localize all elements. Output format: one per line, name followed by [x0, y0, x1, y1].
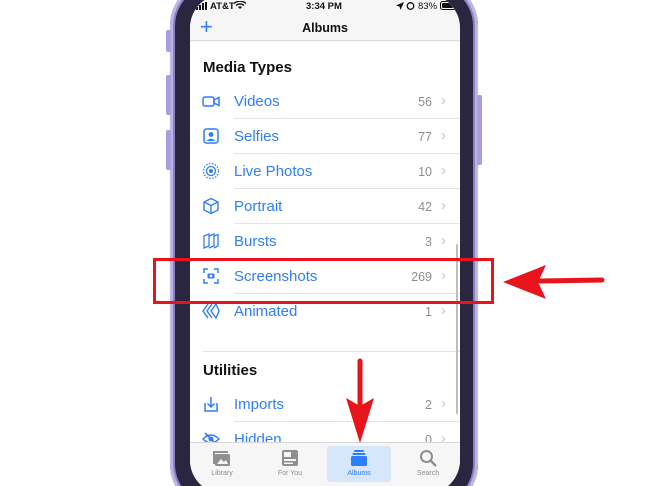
list-item-selfies[interactable]: Selfies 77 › [190, 119, 460, 154]
signal-icon [196, 2, 207, 10]
selfie-icon [203, 128, 219, 144]
tab-label: Search [416, 470, 440, 477]
battery-icon [440, 1, 458, 10]
item-count: 3 [425, 235, 432, 249]
phone-side-button [166, 75, 171, 115]
tab-label: Library [211, 470, 233, 477]
item-label: Portrait [234, 198, 283, 215]
portrait-cube-icon [203, 197, 219, 215]
item-count: 56 [418, 95, 432, 109]
tab-search[interactable]: Search [396, 448, 460, 486]
library-icon [213, 451, 230, 466]
clock-time: 3:34 PM [306, 1, 342, 12]
animated-icon [202, 302, 220, 320]
list-item-bursts[interactable]: Bursts 3 › [190, 224, 460, 259]
chevron-right-icon: › [441, 162, 446, 179]
search-icon [420, 450, 437, 467]
chevron-right-icon: › [441, 395, 446, 412]
status-bar: AT&T 3:34 PM 83% [190, 0, 460, 14]
battery-percent: 83% [418, 1, 438, 12]
section-title-media-types: Media Types [203, 59, 292, 76]
item-label: Selfies [234, 128, 280, 145]
section-divider [203, 351, 460, 352]
item-count: 77 [418, 130, 432, 144]
item-label: Imports [234, 396, 285, 413]
chevron-right-icon: › [441, 197, 446, 214]
list-item-portrait[interactable]: Portrait 42 › [190, 189, 460, 224]
tab-bar: Library For You Albums Search [190, 442, 460, 486]
video-icon [202, 96, 220, 107]
navigation-bar: + Albums [190, 14, 460, 41]
chevron-right-icon: › [441, 92, 446, 109]
list-item-videos[interactable]: Videos 56 › [190, 84, 460, 119]
item-count: 2 [425, 398, 432, 412]
down-annotation-arrow-icon [346, 358, 374, 443]
screenshots-highlight-box [153, 258, 494, 304]
alarm-icon [406, 2, 415, 10]
item-count: 1 [425, 305, 432, 319]
item-label: Bursts [234, 233, 277, 250]
item-count: 42 [418, 200, 432, 214]
phone-side-button [477, 95, 482, 165]
chevron-right-icon: › [441, 302, 446, 319]
tab-label: Albums [347, 470, 371, 477]
tab-label: For You [277, 470, 303, 477]
wifi-icon [234, 1, 246, 9]
for-you-icon [282, 450, 298, 466]
chevron-right-icon: › [441, 127, 446, 144]
page-title: Albums [302, 21, 348, 35]
location-icon [396, 2, 404, 10]
chevron-right-icon: › [441, 232, 446, 249]
list-item-live-photos[interactable]: Live Photos 10 › [190, 154, 460, 189]
item-label: Videos [234, 93, 280, 110]
tab-for-you[interactable]: For You [258, 448, 322, 486]
phone-side-button [166, 30, 171, 52]
albums-list[interactable]: Media Types Videos 56 › Selfies 77 › Liv… [190, 42, 460, 448]
bursts-icon [203, 233, 219, 249]
tab-albums[interactable]: Albums [327, 448, 391, 486]
section-title-utilities: Utilities [203, 362, 258, 379]
phone-side-button [166, 130, 171, 170]
item-count: 10 [418, 165, 432, 179]
list-item-imports[interactable]: Imports 2 › [190, 387, 460, 422]
right-annotation-arrow-icon [503, 265, 605, 299]
item-label: Live Photos [234, 163, 313, 180]
import-icon [204, 397, 218, 412]
carrier-label: AT&T [210, 1, 235, 12]
phone-screen: AT&T 3:34 PM 83% + Albums Media Types Vi… [190, 0, 460, 486]
tab-library[interactable]: Library [190, 448, 254, 486]
albums-icon [351, 450, 367, 466]
live-photo-icon [202, 162, 220, 180]
item-label: Animated [234, 303, 298, 320]
